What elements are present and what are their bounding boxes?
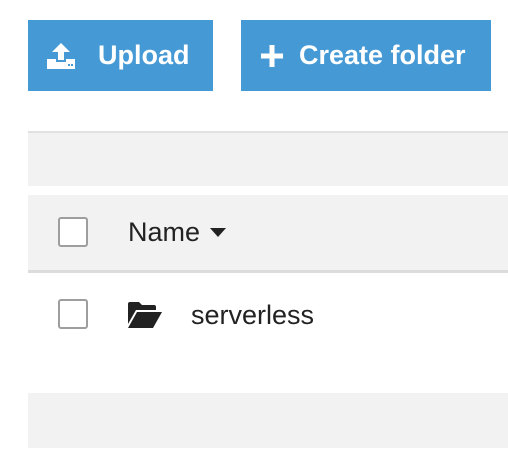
- create-folder-button[interactable]: Create folder: [241, 20, 491, 91]
- folder-open-icon: [128, 302, 162, 333]
- upload-button[interactable]: Upload: [28, 20, 213, 91]
- folder-name[interactable]: serverless: [191, 300, 314, 331]
- upload-label: Upload: [98, 40, 190, 70]
- column-header-label: Name: [128, 217, 201, 247]
- row-checkbox[interactable]: [58, 299, 88, 329]
- table-row[interactable]: serverless: [28, 278, 508, 354]
- column-header-name[interactable]: Name: [128, 217, 227, 248]
- select-all-checkbox[interactable]: [58, 217, 88, 247]
- upload-icon: [46, 42, 76, 69]
- create-folder-label: Create folder: [299, 40, 466, 70]
- caret-down-icon: [210, 228, 227, 237]
- table-footer-band: [28, 393, 508, 448]
- file-browser: Upload Create folder Name serverless: [0, 0, 508, 466]
- table-toolbar-band: [28, 131, 508, 186]
- plus-icon: [261, 44, 283, 67]
- table-header-row: Name: [28, 195, 508, 273]
- toolbar: Upload Create folder: [0, 0, 508, 110]
